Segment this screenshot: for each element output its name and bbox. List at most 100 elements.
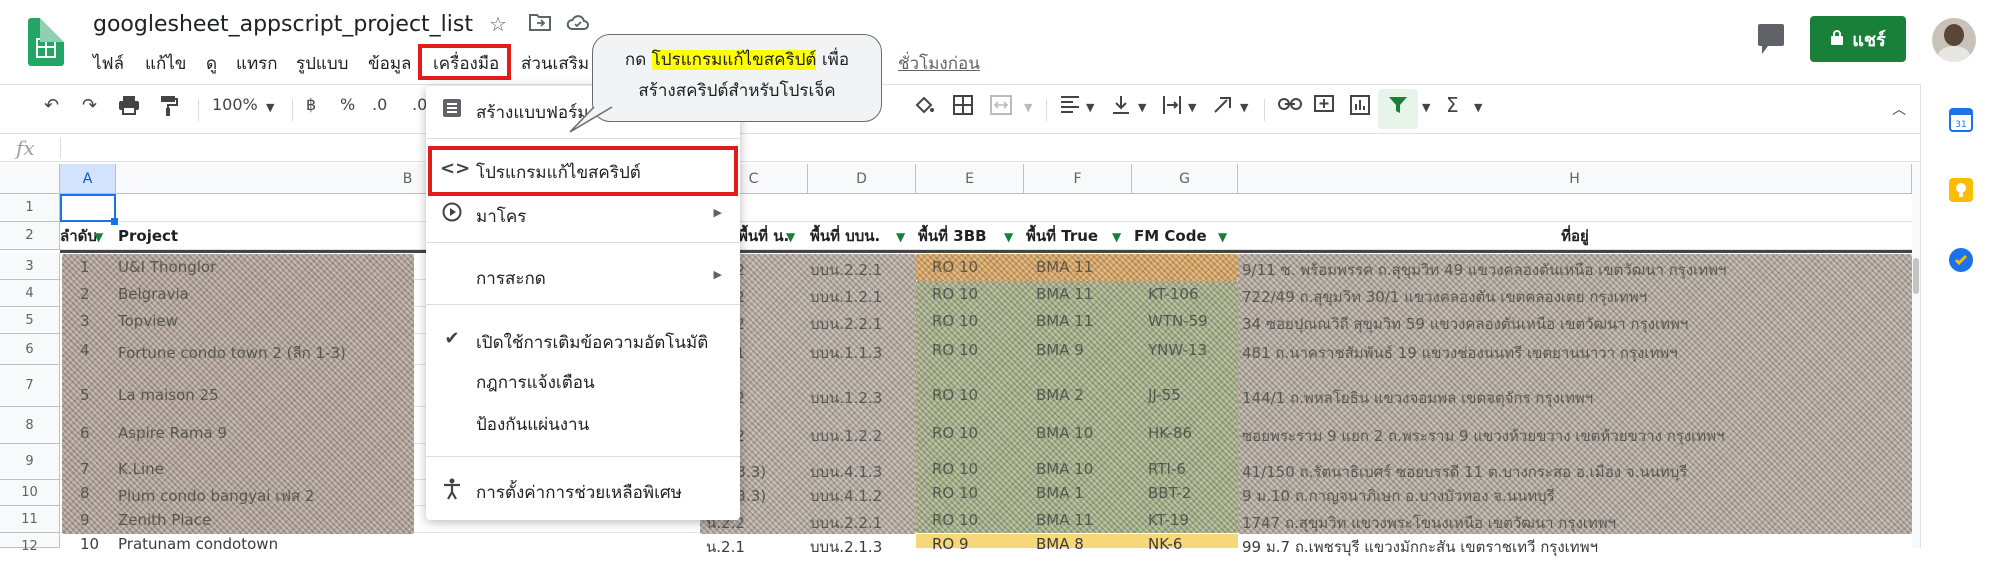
cell-project[interactable]: Fortune condo town 2 (ลีก 1-3) — [118, 341, 408, 365]
cell-order[interactable]: 9 — [80, 511, 90, 529]
filter-button-icon[interactable]: ▼ — [1004, 230, 1013, 244]
cloud-status-icon[interactable] — [566, 12, 590, 37]
cell-area-3bb[interactable]: RO 10 — [932, 511, 1022, 529]
menu-item-spelling[interactable]: การสะกด ▶ — [426, 258, 740, 294]
row-header[interactable]: 11 — [0, 506, 60, 533]
cell-area-true[interactable]: BMA 2 — [1036, 386, 1130, 404]
column-header-a[interactable]: A — [60, 164, 116, 194]
cell-area-bbn[interactable]: บบน.2.2.1 — [810, 258, 914, 282]
borders-icon[interactable] — [953, 95, 973, 120]
cell-fm-code[interactable]: JJ-55 — [1148, 386, 1236, 404]
zoom-chevron-down-icon[interactable]: ▼ — [266, 101, 274, 114]
cell-fm-code[interactable]: RTI-6 — [1148, 460, 1236, 478]
cell-area-true[interactable]: BMA 8 — [1036, 535, 1130, 553]
percent-format-button[interactable]: % — [340, 95, 355, 114]
cell-area-3bb[interactable]: RO 10 — [932, 424, 1022, 442]
row-header[interactable]: 7 — [0, 365, 60, 407]
cell-address[interactable]: 34 ซอยปุณณวิถี สุขุมวิท 59 แขวงคลองตันเห… — [1242, 312, 1908, 336]
comment-history-icon[interactable] — [1758, 24, 1784, 54]
header-cell-project[interactable]: Project — [118, 222, 318, 250]
filter-button-icon[interactable]: ▼ — [896, 230, 905, 244]
cell-fm-code[interactable]: KT-19 — [1148, 511, 1236, 529]
cell-address[interactable]: 1747 ถ.สุขุมวิท แขวงพระโขนงเหนือ เขตวัฒน… — [1242, 511, 1908, 535]
menu-item-macros[interactable]: มาโคร ▶ — [426, 196, 740, 232]
column-header-g[interactable]: G — [1132, 164, 1238, 194]
functions-icon[interactable]: Σ — [1446, 93, 1459, 117]
cell-area-3bb[interactable]: RO 9 — [932, 535, 1022, 553]
cell-project[interactable]: Aspire Rama 9 — [118, 424, 408, 442]
cell-fm-code[interactable]: WTN-59 — [1148, 312, 1236, 330]
keep-icon[interactable] — [1949, 178, 1973, 202]
cell-address[interactable]: 9/11 ซ. พร้อมพรรค ถ.สุขุมวิท 49 แขวงคลอง… — [1242, 258, 1908, 282]
cell-area-3bb[interactable]: RO 10 — [932, 386, 1022, 404]
cell-project[interactable]: K.Line — [118, 460, 408, 478]
cell-order[interactable]: 7 — [80, 460, 90, 478]
cell-project[interactable]: Plum condo bangyai เฟส 2 — [118, 484, 408, 508]
text-wrap-icon[interactable] — [1162, 95, 1182, 120]
sheets-logo-icon[interactable] — [28, 18, 64, 66]
cell-area-bbn[interactable]: บบน.1.2.2 — [810, 424, 914, 448]
cell-area-bbn[interactable]: บบน.1.1.3 — [810, 341, 914, 365]
paint-format-icon[interactable] — [160, 95, 178, 122]
cell-area-3bb[interactable]: RO 10 — [932, 312, 1022, 330]
cell-address[interactable]: 41/150 ถ.รัตนาธิเบศร์ ซอยบรรดี 11 ต.บางก… — [1242, 460, 1908, 484]
row-header[interactable]: 1 — [0, 194, 60, 222]
valign-chevron-down-icon[interactable]: ▼ — [1138, 101, 1146, 114]
cell-order[interactable]: 6 — [80, 424, 90, 442]
cell-fm-code[interactable]: BBT-2 — [1148, 484, 1236, 502]
cell-area-bbn[interactable]: บบน.1.2.3 — [810, 386, 914, 410]
print-icon[interactable] — [118, 95, 140, 120]
cell-area-3bb[interactable]: RO 10 — [932, 484, 1022, 502]
column-header-e[interactable]: E — [916, 164, 1024, 194]
cell-area-true[interactable]: BMA 11 — [1036, 285, 1130, 303]
row-header[interactable]: 2 — [0, 222, 60, 250]
menu-edit[interactable]: แก้ไข — [145, 50, 186, 77]
insert-chart-icon[interactable] — [1350, 95, 1370, 120]
scrollbar-thumb[interactable] — [1913, 258, 1919, 294]
cell-area-n[interactable]: น.2.1 — [706, 535, 806, 559]
cell-area-true[interactable]: BMA 9 — [1036, 341, 1130, 359]
move-folder-icon[interactable] — [529, 12, 551, 37]
row-header[interactable]: 10 — [0, 480, 60, 506]
cell-area-bbn[interactable]: บบน.4.1.2 — [810, 484, 914, 508]
row-header[interactable]: 12 — [0, 533, 60, 554]
menu-insert[interactable]: แทรก — [236, 50, 278, 77]
menu-item-notification-rules[interactable]: กฎการแจ้งเตือน — [426, 362, 740, 398]
cell-address[interactable]: 144/1 ถ.พหลโยธิน แขวงจอมพล เขตจตุจักร กร… — [1242, 386, 1908, 410]
cell-order[interactable]: 5 — [80, 386, 90, 404]
user-avatar[interactable] — [1932, 18, 1976, 62]
menu-addons[interactable]: ส่วนเสริม — [521, 50, 589, 77]
rotation-chevron-down-icon[interactable]: ▼ — [1240, 101, 1248, 114]
cell-order[interactable]: 1 — [80, 258, 90, 276]
menu-item-autocomplete[interactable]: ✔ เปิดใช้การเติมข้อความอัตโนมัติ — [426, 322, 740, 358]
cell-project[interactable]: Zenith Place — [118, 511, 408, 529]
row-header[interactable]: 8 — [0, 407, 60, 444]
row-header[interactable]: 9 — [0, 444, 60, 480]
filter-button-icon[interactable]: ▼ — [786, 230, 795, 244]
filter-button-icon[interactable]: ▼ — [94, 230, 103, 244]
wrap-chevron-down-icon[interactable]: ▼ — [1188, 101, 1196, 114]
cell-area-true[interactable]: BMA 11 — [1036, 258, 1130, 276]
insert-link-icon[interactable] — [1278, 95, 1302, 116]
cell-area-3bb[interactable]: RO 10 — [932, 258, 1022, 276]
cell-fm-code[interactable]: YNW-13 — [1148, 341, 1236, 359]
cell-area-true[interactable]: BMA 11 — [1036, 511, 1130, 529]
formula-bar[interactable] — [0, 133, 1920, 162]
selected-cell-a1[interactable] — [60, 194, 116, 222]
decrease-decimal-button[interactable]: .0 — [372, 95, 387, 114]
vertical-scrollbar[interactable] — [1912, 164, 1920, 548]
cell-project[interactable]: Topview — [118, 312, 408, 330]
functions-chevron-down-icon[interactable]: ▼ — [1474, 101, 1482, 114]
cell-address[interactable]: 99 ม.7 ถ.เพชรบุรี แขวงมักกะสัน เขตราชเทว… — [1242, 535, 1908, 559]
filter-icon[interactable] — [1388, 95, 1408, 120]
tasks-icon[interactable] — [1949, 248, 1973, 272]
currency-format-button[interactable]: ฿ — [306, 95, 316, 114]
text-rotation-icon[interactable] — [1212, 95, 1234, 120]
cell-area-bbn[interactable]: บบน.2.1.3 — [810, 535, 914, 559]
cell-order[interactable]: 4 — [80, 341, 90, 359]
cell-area-true[interactable]: BMA 10 — [1036, 424, 1130, 442]
row-header[interactable]: 5 — [0, 307, 60, 334]
cell-area-bbn[interactable]: บบน.2.2.1 — [810, 511, 914, 535]
zoom-select[interactable]: 100% — [212, 95, 258, 114]
filter-chevron-down-icon[interactable]: ▼ — [1422, 101, 1430, 114]
